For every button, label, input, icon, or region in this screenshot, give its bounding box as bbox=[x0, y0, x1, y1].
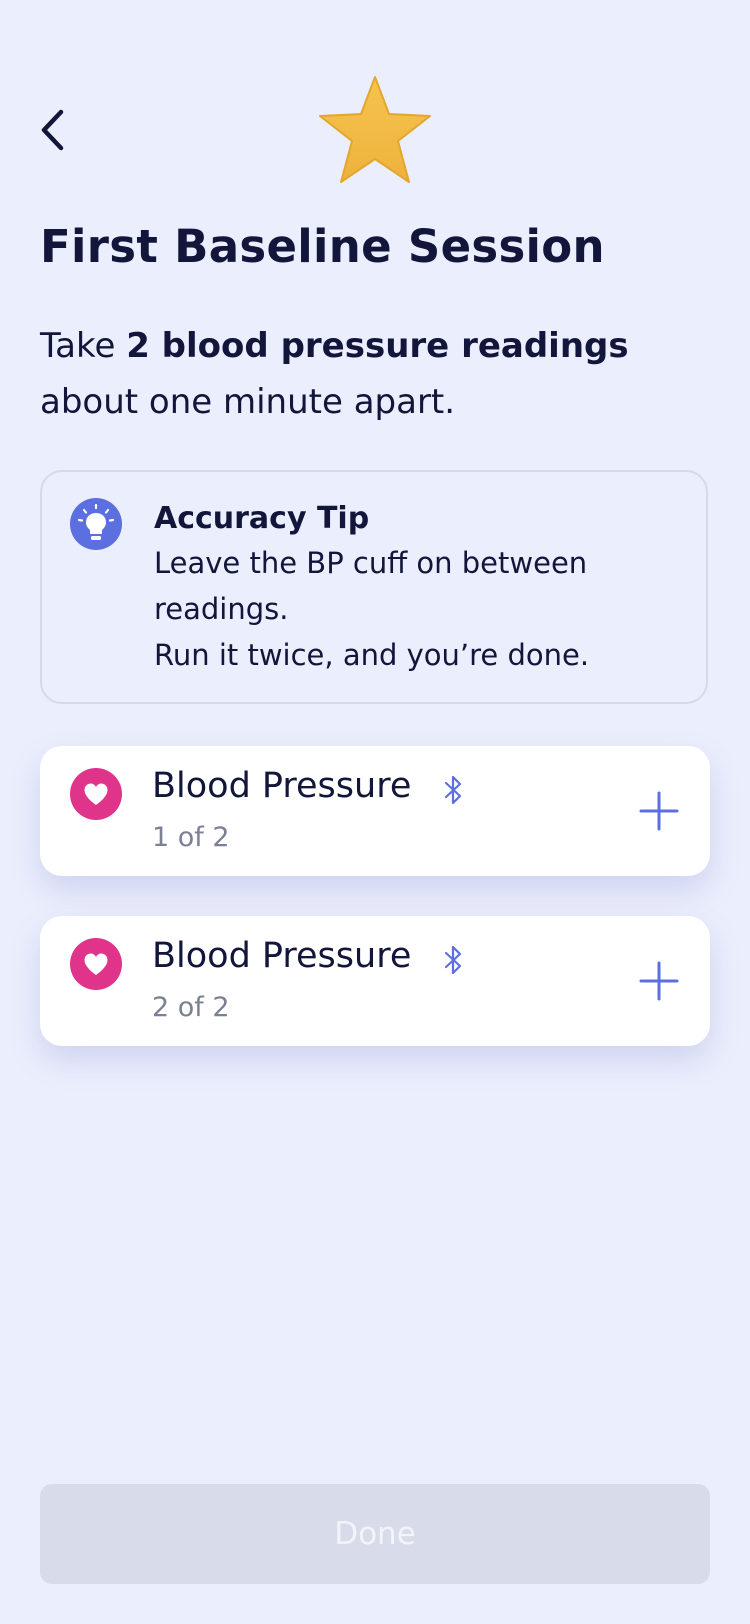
done-button[interactable]: Done bbox=[40, 1484, 710, 1584]
bluetooth-icon bbox=[444, 775, 462, 805]
instructions-text: Take 2 blood pressure readings about one… bbox=[40, 318, 700, 430]
page-title: First Baseline Session bbox=[40, 220, 605, 273]
reading-card[interactable]: Blood Pressure 2 of 2 bbox=[40, 916, 710, 1046]
heart-icon bbox=[70, 768, 122, 820]
lightbulb-icon bbox=[70, 498, 122, 550]
heart-icon bbox=[70, 938, 122, 990]
reading-title: Blood Pressure bbox=[152, 766, 412, 806]
reading-count: 1 of 2 bbox=[152, 822, 230, 853]
chevron-left-icon bbox=[41, 109, 64, 151]
instructions-suffix: about one minute apart. bbox=[40, 382, 456, 422]
bluetooth-icon bbox=[444, 945, 462, 975]
add-reading-button[interactable] bbox=[638, 790, 680, 832]
reading-title: Blood Pressure bbox=[152, 936, 412, 976]
tip-line: Leave the BP cuff on between readings. bbox=[154, 546, 588, 626]
instructions-emphasis: 2 blood pressure readings bbox=[126, 326, 629, 366]
tip-line: Run it twice, and you’re done. bbox=[154, 638, 590, 672]
reading-card[interactable]: Blood Pressure 1 of 2 bbox=[40, 746, 710, 876]
accuracy-tip-card: Accuracy Tip Leave the BP cuff on betwee… bbox=[40, 470, 708, 704]
instructions-prefix: Take bbox=[40, 326, 127, 366]
tip-heading: Accuracy Tip bbox=[154, 501, 370, 536]
plus-icon bbox=[639, 961, 679, 1001]
back-button[interactable] bbox=[28, 100, 76, 160]
plus-icon bbox=[639, 791, 679, 831]
reading-count: 2 of 2 bbox=[152, 992, 230, 1023]
star-icon bbox=[319, 76, 431, 183]
add-reading-button[interactable] bbox=[638, 960, 680, 1002]
